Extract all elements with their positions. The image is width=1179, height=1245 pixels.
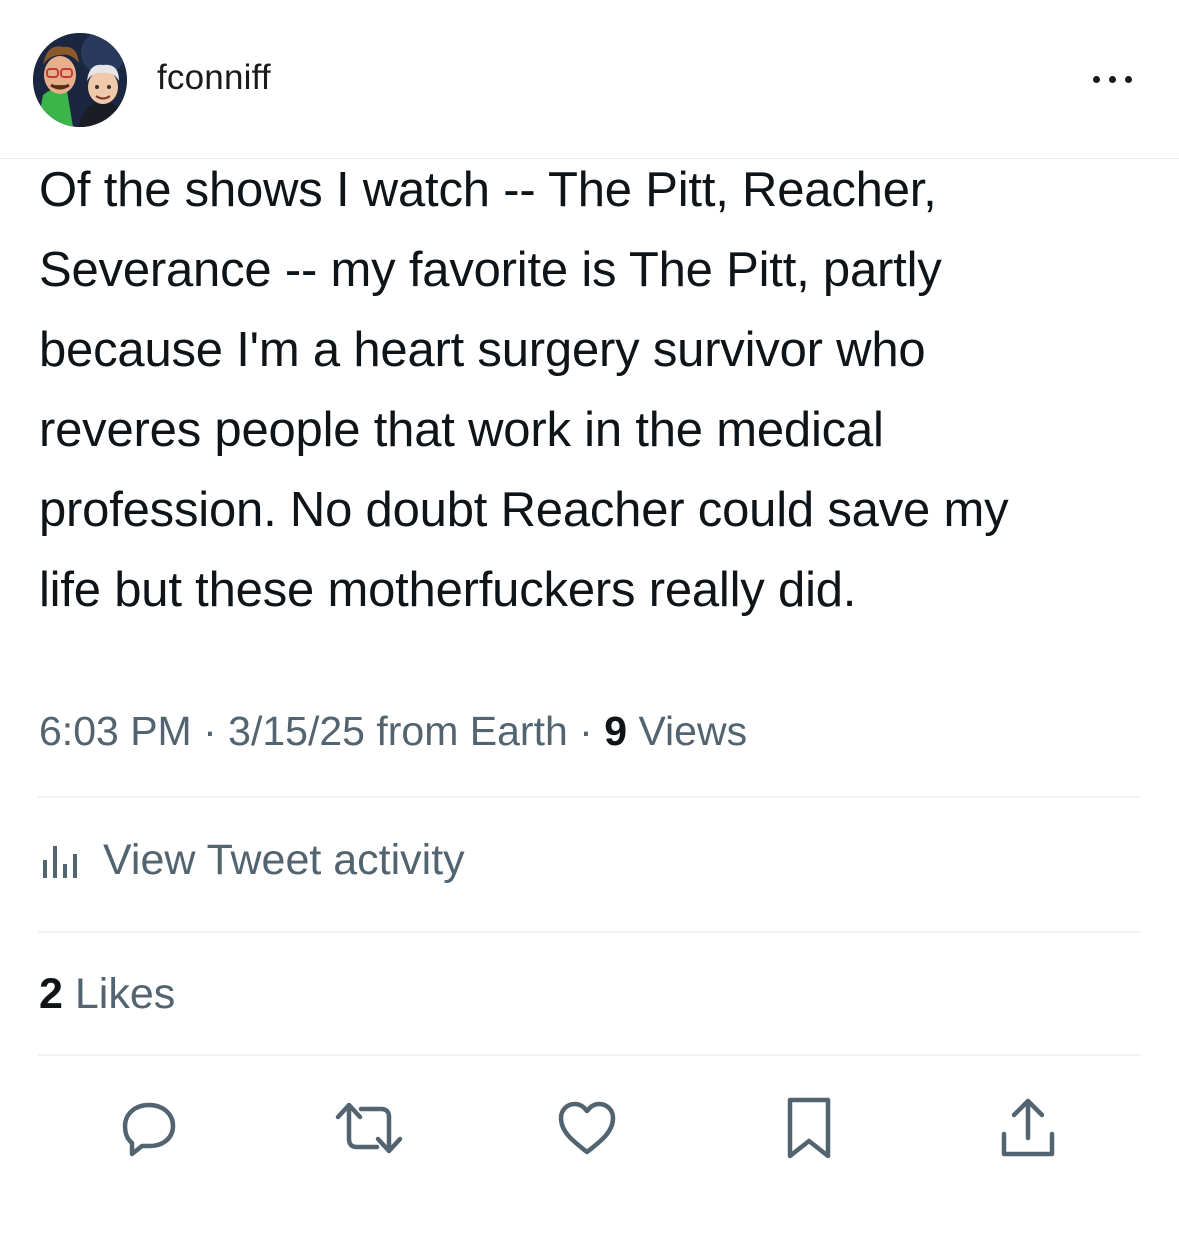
share-button[interactable]	[992, 1092, 1064, 1164]
tweet-metadata: 6:03 PM · 3/15/25 from Earth · 9 Views	[39, 706, 747, 756]
retweet-button[interactable]	[333, 1092, 405, 1164]
divider	[38, 796, 1141, 798]
likes-count: 2	[39, 970, 63, 1018]
bookmark-button[interactable]	[773, 1092, 845, 1164]
tweet-text-line: profession. No doubt Reacher could save …	[39, 483, 1009, 537]
reply-button[interactable]	[113, 1092, 185, 1164]
more-dot-icon	[1092, 75, 1100, 83]
tweet-text-line: Severance -- my favorite is The Pitt, pa…	[39, 243, 942, 297]
tweet-text-line: reveres people that work in the medical	[39, 403, 884, 457]
username[interactable]: fconniff	[157, 58, 271, 98]
reply-icon	[122, 1102, 176, 1157]
bar-chart-icon	[43, 846, 77, 878]
tweet-date[interactable]: 3/15/25	[228, 708, 365, 754]
tweet-text-line: Of the shows I watch -- The Pitt, Reache…	[39, 163, 937, 217]
view-tweet-activity-link[interactable]: View Tweet activity	[39, 834, 465, 886]
more-dot-icon	[1124, 75, 1132, 83]
tweet-text-line: because I'm a heart surgery survivor who	[39, 323, 926, 377]
post-header: fconniff	[0, 0, 1179, 159]
share-icon	[1001, 1098, 1055, 1157]
divider	[38, 1054, 1141, 1056]
tweet-action-bar	[0, 1092, 1179, 1164]
meta-separator: ·	[579, 708, 593, 754]
bookmark-icon	[787, 1097, 831, 1159]
tweet-source: from Earth	[376, 708, 568, 754]
avatar-image	[33, 33, 127, 127]
tweet-text: Of the shows I watch -- The Pitt, Reache…	[39, 150, 1149, 630]
views-count: 9	[604, 708, 628, 754]
like-icon	[558, 1101, 616, 1155]
likes-link[interactable]: 2 Likes	[39, 968, 175, 1020]
divider	[38, 931, 1141, 933]
more-dot-icon	[1108, 75, 1116, 83]
tweet-time[interactable]: 6:03 PM	[39, 708, 192, 754]
meta-separator: ·	[203, 708, 217, 754]
more-options-button[interactable]	[1080, 62, 1144, 96]
retweet-icon	[335, 1102, 403, 1154]
like-button[interactable]	[551, 1092, 623, 1164]
view-tweet-activity-label: View Tweet activity	[103, 836, 465, 884]
tweet-text-line: life but these motherfuckers really did.	[39, 563, 857, 617]
avatar[interactable]	[33, 33, 127, 127]
views-label: Views	[638, 708, 748, 754]
likes-label: Likes	[74, 970, 176, 1018]
